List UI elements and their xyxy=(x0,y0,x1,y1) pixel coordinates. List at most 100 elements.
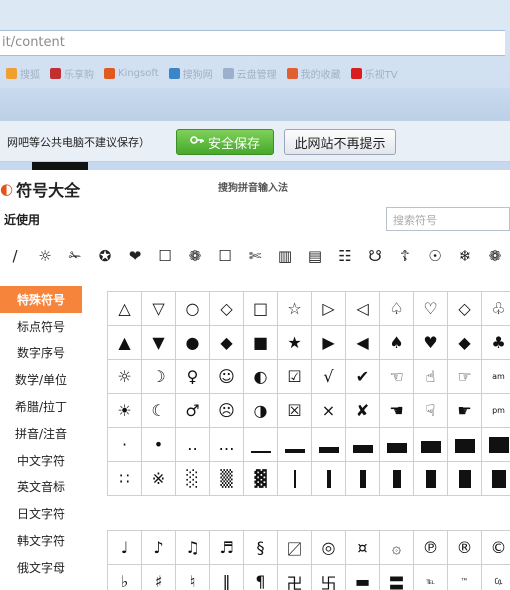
symbol-cell[interactable] xyxy=(482,428,510,462)
recent-symbol[interactable]: ☷ xyxy=(330,247,360,265)
recent-symbol[interactable]: ☐ xyxy=(210,247,240,265)
bookmark-item[interactable]: 乐享购 xyxy=(50,66,94,81)
symbol-cell[interactable]: ░ xyxy=(176,462,210,496)
recent-symbol[interactable]: ❁ xyxy=(480,247,510,265)
symbol-cell[interactable]: … xyxy=(210,428,244,462)
recent-symbol[interactable]: / xyxy=(0,247,30,265)
symbol-cell[interactable]: ◆ xyxy=(448,326,482,360)
symbol-cell[interactable]: ☹ xyxy=(210,394,244,428)
symbol-cell[interactable]: 卍 xyxy=(278,565,312,590)
symbol-cell[interactable]: ™ xyxy=(448,565,482,590)
bookmark-item[interactable]: 搜狗网 xyxy=(168,66,213,81)
symbol-cell[interactable] xyxy=(312,462,346,496)
symbol-cell[interactable]: ※ xyxy=(142,462,176,496)
bookmark-item[interactable]: Kingsoft xyxy=(104,67,159,79)
symbol-cell[interactable]: ◐ xyxy=(244,360,278,394)
bookmark-item[interactable]: 乐视TV xyxy=(350,66,398,81)
address-bar[interactable]: it/content xyxy=(0,30,505,56)
symbol-cell[interactable]: ♮ xyxy=(176,565,210,590)
recent-symbol[interactable]: ❁ xyxy=(180,247,210,265)
symbol-cell[interactable]: ℗ xyxy=(414,531,448,565)
symbol-cell[interactable]: ■ xyxy=(244,326,278,360)
symbol-cell[interactable]: ♫ xyxy=(176,531,210,565)
symbol-cell[interactable] xyxy=(448,462,482,496)
symbol-cell[interactable]: ☜ xyxy=(380,360,414,394)
symbol-cell[interactable]: ▲ xyxy=(108,326,142,360)
symbol-cell[interactable]: ㏇ xyxy=(482,565,510,590)
symbol-cell[interactable]: 〼 xyxy=(278,531,312,565)
symbol-cell[interactable]: ✔ xyxy=(346,360,380,394)
category-item[interactable]: 特殊符号 xyxy=(0,286,82,313)
symbol-cell[interactable]: ● xyxy=(176,326,210,360)
symbol-cell[interactable]: § xyxy=(244,531,278,565)
symbol-cell[interactable]: ◆ xyxy=(210,326,244,360)
symbol-cell[interactable]: ◇ xyxy=(448,292,482,326)
symbol-cell[interactable]: ☀ xyxy=(108,394,142,428)
symbol-cell[interactable]: ♬ xyxy=(210,531,244,565)
safe-save-button[interactable]: 安全保存 xyxy=(176,129,274,155)
recent-symbol[interactable]: ❤ xyxy=(120,247,150,265)
recent-symbol[interactable]: ▤ xyxy=(300,247,330,265)
symbol-cell[interactable]: ☆ xyxy=(278,292,312,326)
symbol-cell[interactable]: □ xyxy=(244,292,278,326)
symbol-cell[interactable]: ¶ xyxy=(244,565,278,590)
category-item[interactable]: 标点符号 xyxy=(0,313,82,340)
symbol-cell[interactable]: ® xyxy=(448,531,482,565)
symbol-cell[interactable]: ☝ xyxy=(414,360,448,394)
symbol-cell[interactable] xyxy=(278,428,312,462)
symbol-cell[interactable]: ◀ xyxy=(346,326,380,360)
recent-symbol[interactable]: ☋ xyxy=(360,247,390,265)
dont-show-again-button[interactable]: 此网站不再提示 xyxy=(284,129,396,155)
category-item[interactable]: 数字序号 xyxy=(0,340,82,367)
symbol-cell[interactable] xyxy=(278,462,312,496)
category-item[interactable]: 英文音标 xyxy=(0,474,82,501)
symbol-cell[interactable]: ♤ xyxy=(380,292,414,326)
symbol-cell[interactable] xyxy=(244,428,278,462)
symbol-cell[interactable]: ♠ xyxy=(380,326,414,360)
symbol-cell[interactable]: ☑ xyxy=(278,360,312,394)
symbol-cell[interactable]: ✘ xyxy=(346,394,380,428)
category-item[interactable]: 日文字符 xyxy=(0,500,82,527)
recent-symbol[interactable]: ✁ xyxy=(60,247,90,265)
recent-symbol[interactable]: ☉ xyxy=(420,247,450,265)
symbol-cell[interactable]: × xyxy=(312,394,346,428)
category-item[interactable]: 数学/单位 xyxy=(0,366,82,393)
symbol-cell[interactable]: ♪ xyxy=(142,531,176,565)
recent-symbol[interactable]: ✄ xyxy=(240,247,270,265)
category-item[interactable]: 希腊/拉丁 xyxy=(0,393,82,420)
symbol-cell[interactable]: ☒ xyxy=(278,394,312,428)
symbol-cell[interactable] xyxy=(448,428,482,462)
category-item[interactable]: 韩文字符 xyxy=(0,527,82,554)
symbol-cell[interactable]: ℡ xyxy=(414,565,448,590)
symbol-cell[interactable]: 〓 xyxy=(380,565,414,590)
symbol-cell[interactable] xyxy=(414,462,448,496)
symbol-cell[interactable]: ◑ xyxy=(244,394,278,428)
symbol-cell[interactable]: · xyxy=(108,428,142,462)
symbol-cell[interactable]: ◇ xyxy=(210,292,244,326)
symbol-cell[interactable]: ▽ xyxy=(142,292,176,326)
symbol-cell[interactable]: ◁ xyxy=(346,292,380,326)
symbol-cell[interactable]: ▶ xyxy=(312,326,346,360)
bookmark-item[interactable]: 搜狐 xyxy=(6,66,40,81)
recent-symbol[interactable]: ✪ xyxy=(90,247,120,265)
symbol-cell[interactable] xyxy=(482,462,510,496)
symbol-cell[interactable] xyxy=(312,428,346,462)
symbol-cell[interactable]: ☽ xyxy=(142,360,176,394)
symbol-cell[interactable]: ☞ xyxy=(448,360,482,394)
symbol-cell[interactable]: ♥ xyxy=(414,326,448,360)
recent-symbol[interactable]: ☐ xyxy=(150,247,180,265)
symbol-search-input[interactable]: 搜索符号 xyxy=(386,207,510,231)
symbol-cell[interactable] xyxy=(380,428,414,462)
symbol-cell[interactable]: ☛ xyxy=(448,394,482,428)
symbol-cell[interactable] xyxy=(346,428,380,462)
symbol-cell[interactable] xyxy=(414,428,448,462)
symbol-cell[interactable]: ☼ xyxy=(108,360,142,394)
symbol-cell[interactable]: ♧ xyxy=(482,292,510,326)
symbol-cell[interactable]: • xyxy=(142,428,176,462)
recent-symbol[interactable]: ☼ xyxy=(30,247,60,265)
symbol-cell[interactable]: ▓ xyxy=(244,462,278,496)
symbol-cell[interactable]: ▷ xyxy=(312,292,346,326)
symbol-cell[interactable]: ♩ xyxy=(108,531,142,565)
symbol-cell[interactable]: ◎ xyxy=(312,531,346,565)
symbol-cell[interactable]: ▒ xyxy=(210,462,244,496)
